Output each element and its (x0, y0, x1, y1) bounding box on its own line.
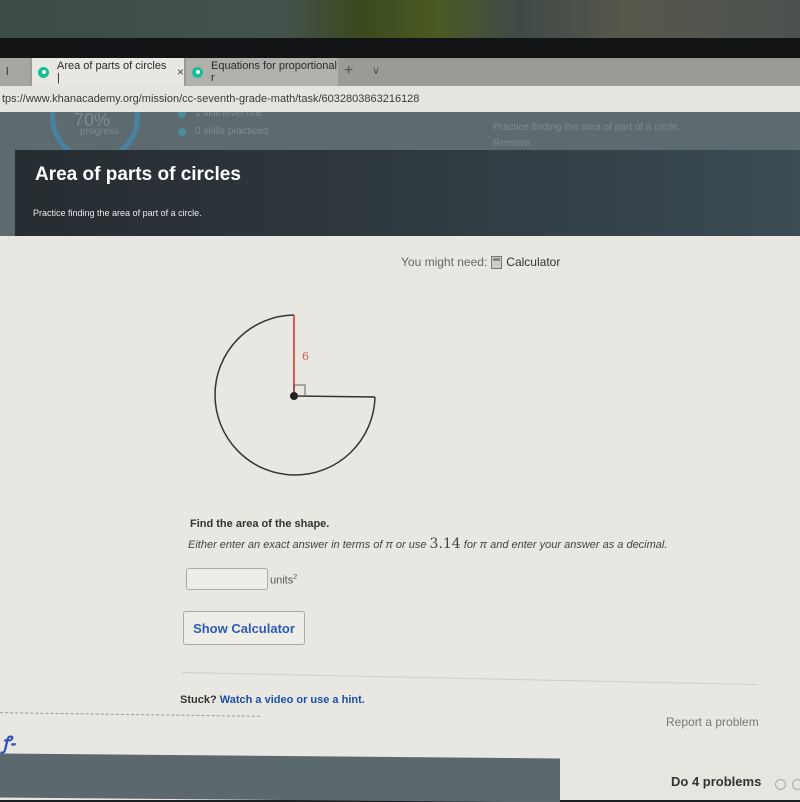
stuck-help: Stuck? Watch a video or use a hint. (180, 694, 365, 706)
tab-area-of-parts-of-circles[interactable]: Area of parts of circles | × (32, 58, 184, 86)
task-description: Practice finding the area of part of a c… (493, 122, 681, 133)
tab-label: Area of parts of circles | (57, 60, 167, 84)
practiced-icon (178, 128, 186, 136)
circle-figure: 6 (214, 314, 376, 476)
divider (181, 672, 757, 686)
units-text: units (270, 574, 294, 587)
center-point (290, 392, 298, 400)
answer-input[interactable] (186, 568, 268, 590)
dashed-divider (0, 712, 260, 717)
new-tab-icon[interactable]: + (344, 62, 353, 80)
instruction-part: for π and enter your answer as a decimal… (460, 539, 668, 551)
do-problems-label: Do 4 problems (671, 774, 762, 789)
tab-label: l (6, 66, 9, 78)
exercise-header: Area of parts of circles Practice findin… (15, 150, 800, 236)
page-subtitle: Practice finding the area of part of a c… (33, 208, 202, 218)
pi-approx: 3.14 (429, 536, 461, 552)
address-bar[interactable]: tps://www.khanacademy.org/mission/cc-sev… (0, 86, 800, 113)
problem-progress-dot (775, 779, 786, 790)
report-problem-link[interactable]: Report a problem (666, 715, 759, 729)
mission-progress-bar: 70% progress 1 skill level one 0 skills … (0, 112, 800, 150)
level-one-icon (178, 112, 186, 118)
close-icon[interactable]: × (177, 65, 184, 79)
might-need: You might need: Calculator (401, 255, 560, 269)
hint-link[interactable]: Watch a video or use a hint. (220, 694, 365, 706)
url-text: tps://www.khanacademy.org/mission/cc-sev… (2, 93, 420, 105)
instruction-part: Either enter an exact answer in terms of… (188, 539, 430, 551)
calculator-link[interactable]: Calculator (506, 255, 560, 269)
horizontal-radius (293, 395, 376, 398)
chevron-down-icon[interactable]: ∨ (372, 64, 380, 77)
radius-label: 6 (302, 350, 309, 363)
khan-academy-icon (192, 66, 203, 78)
progress-label: progress (80, 126, 119, 137)
calculator-icon (491, 255, 503, 269)
question-text: Find the area of the shape. (190, 518, 330, 530)
tab-equations-for-proportional[interactable]: Equations for proportional r (186, 58, 338, 86)
might-need-label: You might need: (401, 255, 488, 269)
monitor-bezel (0, 38, 800, 60)
units-label: units2 (270, 574, 297, 587)
tab-previous[interactable]: l (0, 58, 30, 86)
instruction-text: Either enter an exact answer in terms of… (188, 536, 667, 552)
skills-practiced-text: 0 skills practiced (195, 126, 269, 137)
footer-left-dark (0, 753, 560, 802)
remove-link[interactable]: Remove (493, 138, 530, 149)
browser-tab-bar: l Area of parts of circles | × Equations… (0, 58, 800, 86)
units-exponent: 2 (293, 574, 298, 581)
khan-academy-icon (38, 66, 49, 78)
left-strip (0, 150, 15, 236)
background-wall (0, 0, 800, 40)
page-title: Area of parts of circles (35, 164, 241, 185)
skill-level-one-text: 1 skill level one (195, 112, 263, 119)
problem-panel: You might need: Calculator 6 Find the ar… (0, 236, 800, 766)
stuck-label: Stuck? (180, 694, 217, 706)
show-calculator-button[interactable]: Show Calculator (183, 611, 305, 645)
scratchpad-icon[interactable]: ꝭ- (2, 731, 17, 755)
problem-progress-dot (792, 779, 800, 790)
footer-bar: Do 4 problems (0, 753, 800, 802)
tab-label: Equations for proportional r (211, 60, 337, 84)
